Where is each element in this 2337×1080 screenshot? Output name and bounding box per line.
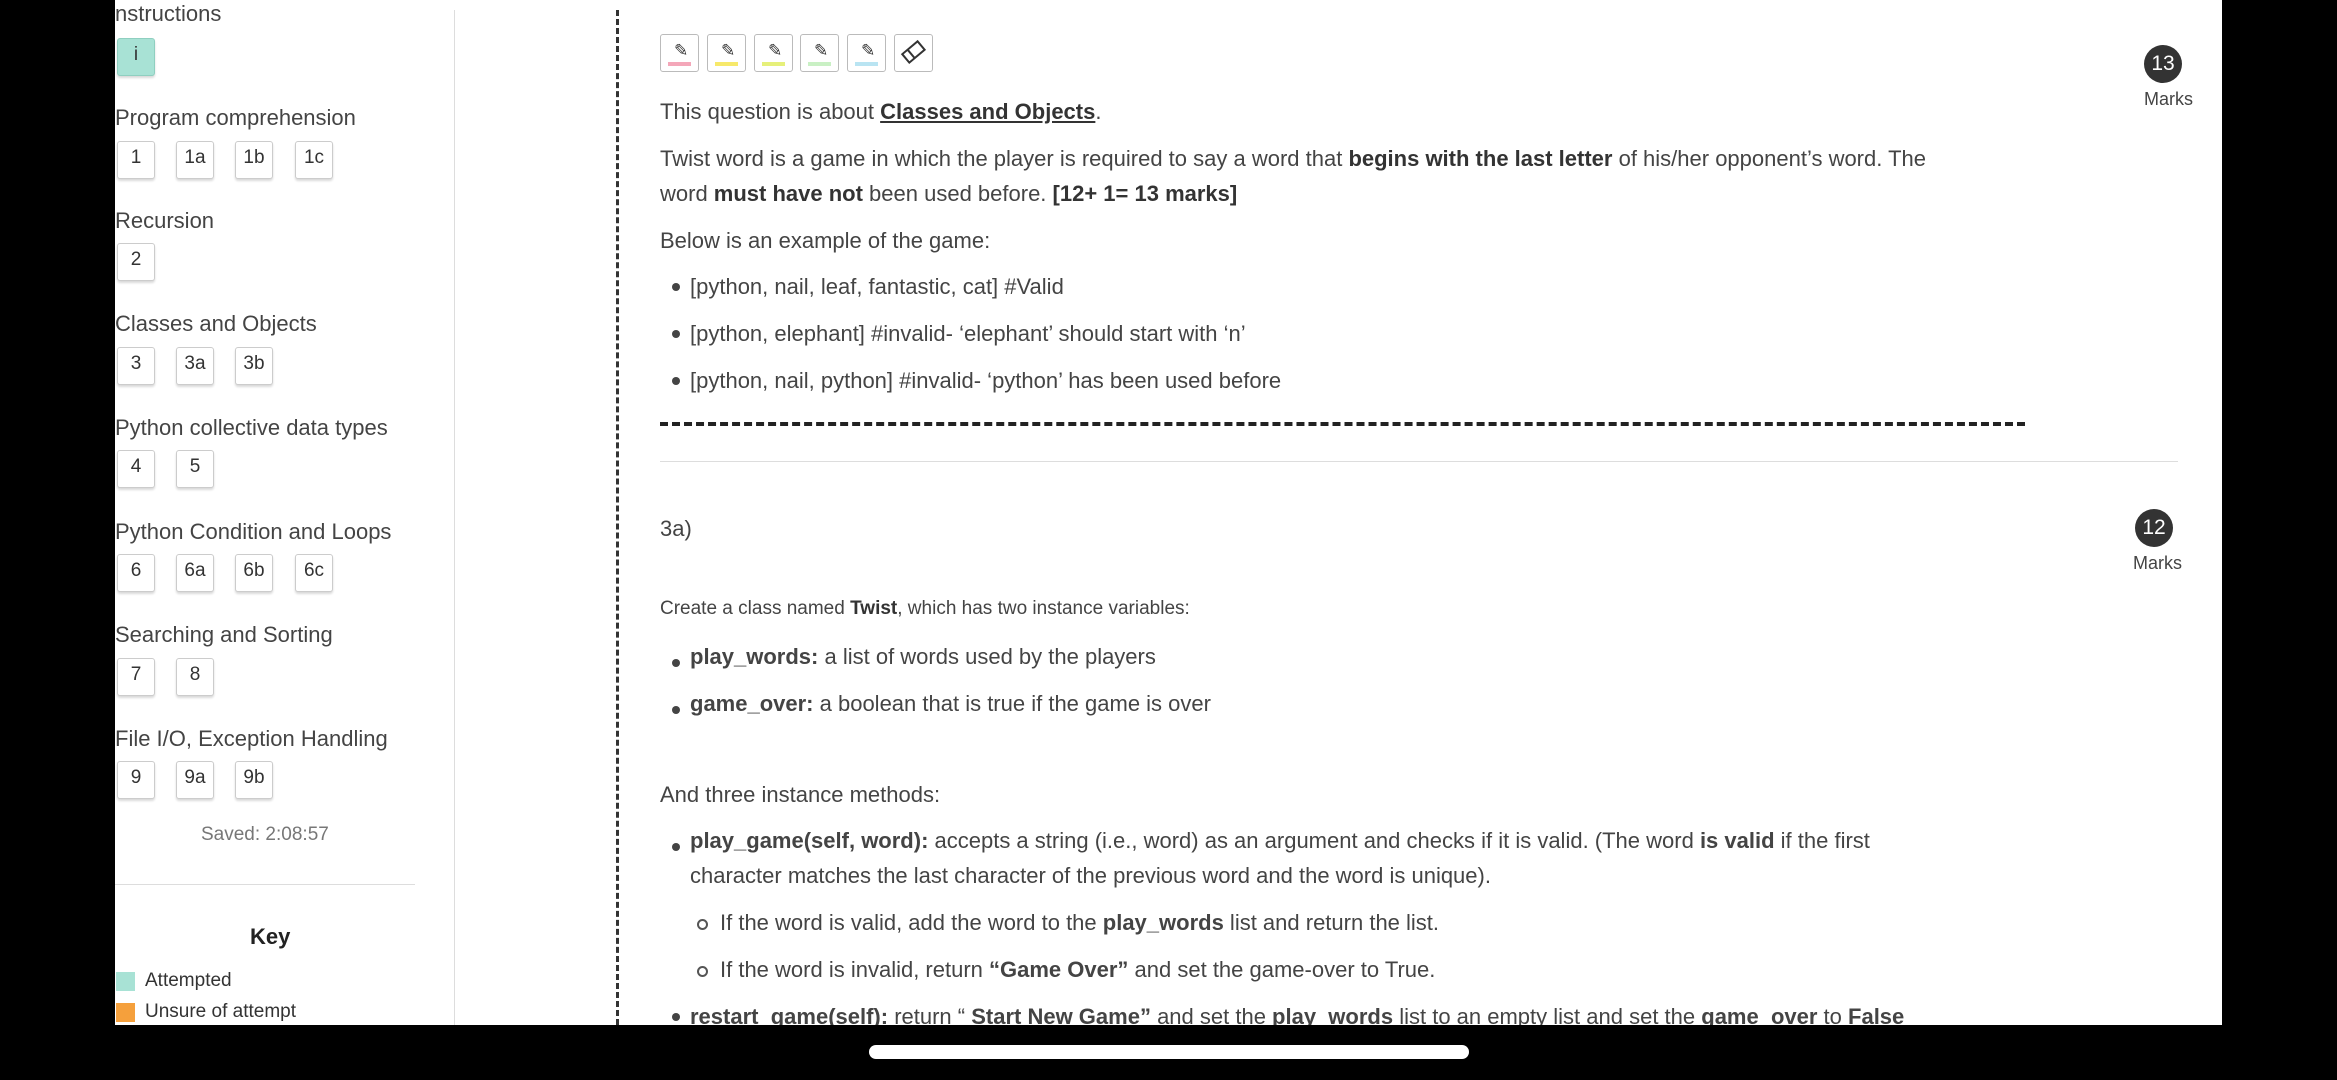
section-title-program-comprehension: Program comprehension — [115, 105, 356, 130]
highlighter-yellow-icon[interactable]: ✎ — [707, 34, 746, 72]
section-title-file-io-exception-handling: File I/O, Exception Handling — [115, 726, 388, 751]
bullet — [672, 1013, 680, 1021]
topic-link[interactable]: Classes and Objects — [880, 99, 1095, 124]
key-item-unsure: Unsure of attempt — [145, 1001, 297, 1022]
question-button-9b[interactable]: 9b — [235, 761, 273, 799]
eraser-icon[interactable] — [894, 34, 933, 72]
example-item: [python, nail, leaf, fantastic, cat] #Va… — [690, 274, 1064, 299]
method-play-game-line2: character matches the last character of … — [690, 863, 1491, 888]
play-game-valid-case: If the word is valid, add the word to th… — [720, 910, 1440, 935]
question-navigator: nstructions i Program comprehension 1 1a… — [115, 0, 455, 1025]
sub-bullet — [697, 966, 708, 977]
saved-status: Saved: 2:08:57 — [201, 824, 329, 845]
highlighter-pink-icon[interactable]: ✎ — [660, 34, 699, 72]
question-button-3a[interactable]: 3a — [176, 347, 214, 385]
unsure-swatch — [116, 1003, 135, 1022]
example-item: [python, elephant] #invalid- ‘elephant’ … — [690, 321, 1246, 346]
question-button-1b[interactable]: 1b — [235, 141, 273, 179]
home-indicator[interactable] — [869, 1045, 1469, 1059]
sidebar-border — [454, 10, 455, 1025]
sidebar-divider — [115, 884, 415, 885]
question3a-marks-badge: 12 — [2135, 509, 2173, 547]
content-dashed-border — [616, 10, 619, 1025]
key-item-attempted: Attempted — [145, 970, 232, 991]
question-button-9a[interactable]: 9a — [176, 761, 214, 799]
question-button-7[interactable]: 7 — [117, 658, 155, 696]
question3-paragraph-line2: word must have not been used before. [12… — [660, 181, 1238, 206]
question3-marks-label: Marks — [2144, 89, 2193, 109]
highlighter-lime-icon[interactable]: ✎ — [754, 34, 793, 72]
question-button-6c[interactable]: 6c — [295, 554, 333, 592]
question-button-3b[interactable]: 3b — [235, 347, 273, 385]
bullet — [672, 843, 680, 851]
question3a-intro: Create a class named Twist, which has tw… — [660, 598, 1190, 619]
example-intro: Below is an example of the game: — [660, 228, 991, 253]
method-restart-game: restart_game(self): return “ Start New G… — [690, 1004, 1905, 1025]
section-title-python-collective-data-types: Python collective data types — [115, 415, 388, 440]
instance-variable-game-over: game_over: a boolean that is true if the… — [690, 691, 1211, 716]
method-play-game: play_game(self, word): accepts a string … — [690, 828, 1870, 853]
exam-screen: nstructions i Program comprehension 1 1a… — [115, 0, 2222, 1025]
question-separator — [660, 461, 2178, 462]
section-title-classes-and-objects: Classes and Objects — [115, 311, 317, 336]
question-button-6a[interactable]: 6a — [176, 554, 214, 592]
bullet — [672, 377, 680, 385]
question-button-4[interactable]: 4 — [117, 450, 155, 488]
question-button-1a[interactable]: 1a — [176, 141, 214, 179]
section-title-searching-and-sorting: Searching and Sorting — [115, 622, 333, 647]
question-button-5[interactable]: 5 — [176, 450, 214, 488]
question3a-label: 3a) — [660, 516, 692, 541]
highlighter-green-icon[interactable]: ✎ — [800, 34, 839, 72]
question-button-1c[interactable]: 1c — [295, 141, 333, 179]
question-button-6[interactable]: 6 — [117, 554, 155, 592]
question3-paragraph-line1: Twist word is a game in which the player… — [660, 146, 1926, 171]
example-item: [python, nail, python] #invalid- ‘python… — [690, 368, 1282, 393]
highlighter-blue-icon[interactable]: ✎ — [847, 34, 886, 72]
bullet — [672, 659, 680, 667]
question3a-marks-label: Marks — [2133, 553, 2182, 573]
question-button-6b[interactable]: 6b — [235, 554, 273, 592]
question-button-3[interactable]: 3 — [117, 347, 155, 385]
question-button-2[interactable]: 2 — [117, 243, 155, 281]
question-button-i[interactable]: i — [117, 38, 155, 76]
question-button-8[interactable]: 8 — [176, 658, 214, 696]
methods-intro: And three instance methods: — [660, 782, 941, 807]
question-button-1[interactable]: 1 — [117, 141, 155, 179]
play-game-invalid-case: If the word is invalid, return “Game Ove… — [720, 957, 1436, 982]
sub-bullet — [697, 919, 708, 930]
question3-intro: This question is about Classes and Objec… — [660, 99, 1102, 124]
bullet — [672, 283, 680, 291]
section-title-python-condition-and-loops: Python Condition and Loops — [115, 519, 392, 544]
bullet — [672, 706, 680, 714]
section-title-instructions: nstructions — [115, 1, 222, 26]
bullet — [672, 330, 680, 338]
key-title: Key — [250, 924, 291, 949]
question-button-9[interactable]: 9 — [117, 761, 155, 799]
section-title-recursion: Recursion — [115, 208, 215, 233]
question3-marks-badge: 13 — [2144, 45, 2182, 83]
attempted-swatch — [116, 972, 135, 991]
dashed-divider — [660, 422, 2025, 426]
instance-variable-play-words: play_words: a list of words used by the … — [690, 644, 1156, 669]
